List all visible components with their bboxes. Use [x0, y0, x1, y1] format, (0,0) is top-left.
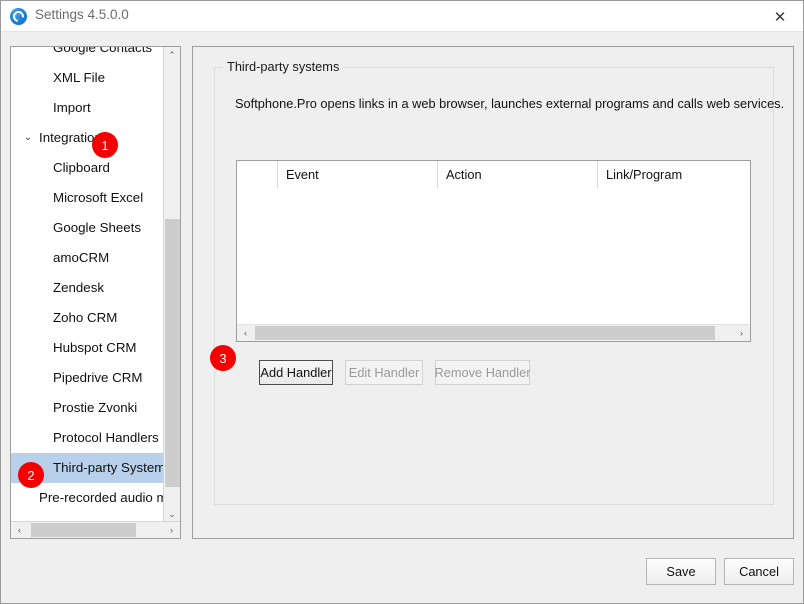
tree-item-list[interactable]: Google Contacts XML File Import ⌄ Integratio…: [11, 46, 165, 509]
sidebar-item-label: amoCRM: [53, 250, 110, 265]
table-column-header-event[interactable]: Event: [278, 161, 438, 188]
sidebar-item-prostie-zvonki[interactable]: Prostie Zvonki: [11, 393, 165, 423]
sidebar-item-clipboard[interactable]: Clipboard: [11, 153, 165, 183]
headset-icon-glyph: [10, 8, 27, 25]
sidebar-item-zendesk[interactable]: Zendesk: [11, 273, 165, 303]
annotation-badge-3: 3: [210, 345, 236, 371]
window-title: Settings 4.5.0.0: [35, 7, 129, 22]
save-button[interactable]: Save: [646, 558, 716, 585]
headset-icon: [10, 8, 27, 25]
handlers-table[interactable]: Event Action Link/Program ‹ ›: [236, 160, 751, 342]
sidebar-item-import[interactable]: Import: [11, 93, 165, 123]
table-scroll-right-icon[interactable]: ›: [733, 325, 750, 341]
sidebar-item-label: Hubspot CRM: [53, 340, 137, 355]
sidebar-item-label: Zendesk: [53, 280, 104, 295]
table-horizontal-scrollbar-thumb[interactable]: [255, 326, 715, 340]
scroll-up-icon[interactable]: ⌃: [164, 47, 180, 64]
sidebar-horizontal-scrollbar[interactable]: ‹ ›: [11, 521, 180, 538]
sidebar-item-label: Google Contacts: [53, 46, 153, 55]
groupbox-title: Third-party systems: [223, 59, 344, 74]
sidebar-item-google-sheets[interactable]: Google Sheets: [11, 213, 165, 243]
sidebar-item-label: Prostie Zvonki: [53, 400, 138, 415]
table-header-row: Event Action Link/Program: [237, 161, 750, 188]
sidebar-item-xml-file[interactable]: XML File: [11, 63, 165, 93]
table-scroll-left-icon[interactable]: ‹: [237, 325, 254, 341]
add-handler-button[interactable]: Add Handler: [259, 360, 333, 385]
table-horizontal-scrollbar[interactable]: ‹ ›: [237, 324, 750, 341]
sidebar-item-label: Pipedrive CRM: [53, 370, 143, 385]
sidebar-item-google-contacts[interactable]: Google Contacts: [11, 46, 165, 63]
sidebar-item-pipedrive-crm[interactable]: Pipedrive CRM: [11, 363, 165, 393]
sidebar-vertical-scrollbar[interactable]: ⌃ ⌄: [163, 47, 180, 523]
table-column-header-action[interactable]: Action: [438, 161, 598, 188]
sidebar-item-integration[interactable]: ⌄ Integration: [11, 123, 165, 153]
sidebar-item-label: Third-party Systems: [53, 460, 165, 475]
sidebar-item-label: Zoho CRM: [53, 310, 118, 325]
settings-window: Settings 4.5.0.0 ✕ Google Contacts XML Fi…: [0, 0, 804, 604]
sidebar-item-microsoft-excel[interactable]: Microsoft Excel: [11, 183, 165, 213]
chevron-down-icon[interactable]: ⌄: [22, 123, 34, 153]
scroll-right-icon[interactable]: ›: [163, 522, 180, 538]
sidebar-item-label: Pre-recorded audio messag: [39, 490, 165, 505]
table-body[interactable]: [237, 188, 750, 325]
sidebar-item-amocrm[interactable]: amoCRM: [11, 243, 165, 273]
close-icon[interactable]: ✕: [757, 1, 803, 32]
third-party-systems-groupbox: Third-party systems Softphone.Pro opens …: [214, 59, 784, 505]
table-column-header-link-program[interactable]: Link/Program: [598, 161, 750, 188]
sidebar-item-label: XML File: [53, 70, 105, 85]
edit-handler-button: Edit Handler: [345, 360, 423, 385]
remove-handler-button: Remove Handler: [434, 360, 531, 385]
settings-content-panel: Third-party systems Softphone.Pro opens …: [192, 46, 794, 539]
description-text: Softphone.Pro opens links in a web brows…: [235, 96, 785, 111]
sidebar-item-label: Protocol Handlers: [53, 430, 159, 445]
annotation-badge-1: 1: [92, 132, 118, 158]
sidebar-vertical-scrollbar-thumb[interactable]: [165, 219, 180, 487]
annotation-badge-2: 2: [18, 462, 44, 488]
sidebar-item-label: Google Sheets: [53, 220, 141, 235]
title-bar: Settings 4.5.0.0 ✕: [1, 1, 803, 32]
sidebar-item-label: Microsoft Excel: [53, 190, 144, 205]
table-column-header-blank[interactable]: [237, 161, 278, 188]
sidebar-item-protocol-handlers[interactable]: Protocol Handlers: [11, 423, 165, 453]
sidebar-item-label: Import: [53, 100, 91, 115]
sidebar-item-zoho-crm[interactable]: Zoho CRM: [11, 303, 165, 333]
sidebar-item-label: Clipboard: [53, 160, 110, 175]
scroll-left-icon[interactable]: ‹: [11, 522, 28, 538]
sidebar-horizontal-scrollbar-thumb[interactable]: [31, 523, 136, 537]
sidebar-item-hubspot-crm[interactable]: Hubspot CRM: [11, 333, 165, 363]
cancel-button[interactable]: Cancel: [724, 558, 794, 585]
